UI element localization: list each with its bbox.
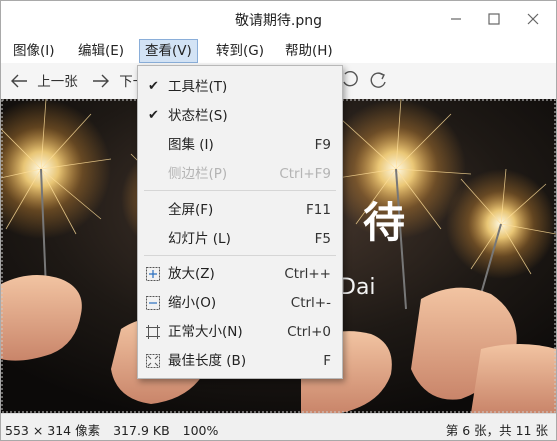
menu-go[interactable]: 转到(G) <box>211 40 269 62</box>
close-icon <box>527 13 539 25</box>
menu-item-toolbar[interactable]: ✔ 工具栏(T) <box>138 75 342 99</box>
rotate-left-icon <box>343 71 358 87</box>
menu-item-fullscreen[interactable]: 全屏(F) F11 <box>138 198 342 222</box>
menu-item-original-size[interactable]: 正常大小(N) Ctrl+0 <box>138 320 342 344</box>
menu-separator <box>144 255 336 256</box>
view-menu-dropdown: ✔ 工具栏(T) ✔ 状态栏(S) 图集 (I) F9 侧边栏(P) Ctrl+… <box>137 65 343 379</box>
menu-item-sidebar: 侧边栏(P) Ctrl+F9 <box>168 166 331 182</box>
menu-help[interactable]: 帮助(H) <box>280 40 338 62</box>
title-bar: 敬请期待.png <box>1 1 556 37</box>
arrow-left-icon <box>11 74 27 88</box>
rotate-left-button[interactable] <box>341 70 359 92</box>
arrow-right-icon <box>93 74 109 88</box>
menu-image[interactable]: 图像(I) <box>8 40 60 62</box>
close-button[interactable] <box>519 7 547 31</box>
menu-item-gallery[interactable]: 图集 (I) F9 <box>138 133 342 157</box>
maximize-icon <box>488 13 500 25</box>
zoom-level: 100% <box>182 423 219 438</box>
best-fit-icon <box>146 354 160 368</box>
previous-button[interactable]: 上一张 <box>9 71 78 93</box>
menu-item-zoom-in[interactable]: 放大(Z) Ctrl++ <box>138 262 342 286</box>
image-position: 第 6 张，共 11 张 <box>445 423 548 438</box>
menu-edit[interactable]: 编辑(E) <box>73 40 129 62</box>
maximize-button[interactable] <box>480 7 508 31</box>
menu-view[interactable]: 查看(V) <box>139 39 198 63</box>
status-bar: 553 × 314 像素 317.9 KB 100% 第 6 张，共 11 张 <box>1 413 556 440</box>
overlay-text-small: Dai <box>339 275 376 300</box>
file-size: 317.9 KB <box>113 423 170 438</box>
window-title: 敬请期待.png <box>234 13 323 29</box>
menu-item-zoom-out[interactable]: 缩小(O) Ctrl+- <box>138 291 342 315</box>
menu-item-slideshow[interactable]: 幻灯片 (L) F5 <box>138 227 342 251</box>
overlay-text-large: 待 <box>363 198 406 247</box>
image-viewer-window: 敬请期待.png 图像(I) 编辑(E) 查看(V) 转到(G) 帮助(H) 上… <box>0 0 557 441</box>
status-left: 553 × 314 像素 317.9 KB 100% <box>5 420 227 439</box>
minimize-button[interactable] <box>442 7 470 31</box>
menu-item-statusbar[interactable]: ✔ 状态栏(S) <box>138 104 342 128</box>
check-icon: ✔ <box>148 79 159 94</box>
menu-separator <box>144 190 336 191</box>
rotate-right-button[interactable] <box>367 70 389 92</box>
image-dimensions: 553 × 314 像素 <box>5 423 101 438</box>
original-size-icon <box>146 325 160 339</box>
previous-label: 上一张 <box>37 74 78 90</box>
rotate-right-icon <box>370 72 386 88</box>
zoom-out-icon <box>146 296 160 310</box>
menu-bar: 图像(I) 编辑(E) 查看(V) 转到(G) 帮助(H) <box>1 37 556 63</box>
minimize-icon <box>451 18 461 20</box>
zoom-in-icon <box>146 267 160 281</box>
check-icon: ✔ <box>148 108 159 123</box>
menu-item-best-fit[interactable]: 最佳长度 (B) F <box>138 349 342 373</box>
